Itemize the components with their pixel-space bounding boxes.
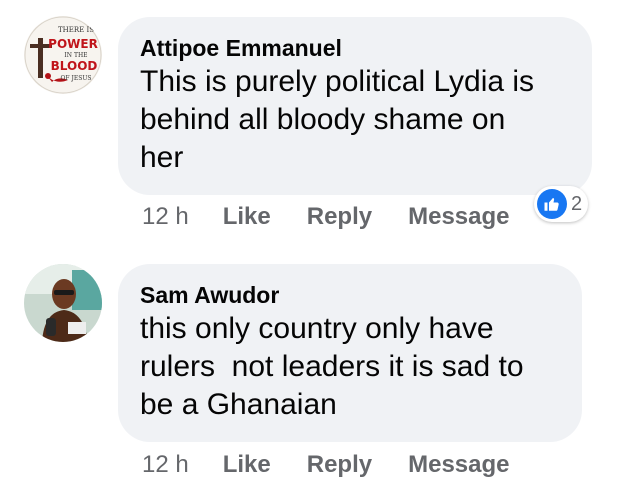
avatar[interactable] xyxy=(24,264,102,342)
message-button[interactable]: Message xyxy=(408,451,509,479)
comment-author[interactable]: Sam Awudor xyxy=(140,280,560,310)
avatar-line-2: POWER xyxy=(48,37,98,51)
like-button[interactable]: Like xyxy=(223,451,271,479)
reaction-count: 2 xyxy=(571,192,583,215)
avatar-image: THERE IS POWER IN THE BLOOD OF JESUS xyxy=(24,16,102,94)
avatar-line-5: OF JESUS xyxy=(60,75,91,82)
comment-bubble: Attipoe Emmanuel This is purely politica… xyxy=(118,17,592,195)
comment-actions: 12 h Like Reply Message xyxy=(142,203,546,231)
avatar-line-1: THERE IS xyxy=(58,26,94,34)
message-button[interactable]: Message xyxy=(408,203,509,231)
avatar[interactable]: THERE IS POWER IN THE BLOOD OF JESUS xyxy=(24,16,102,94)
reply-button[interactable]: Reply xyxy=(307,203,372,231)
like-button[interactable]: Like xyxy=(223,203,271,231)
comment-text: This is purely political Lydia is behind… xyxy=(140,65,535,174)
comment-bubble: Sam Awudor this only country only have r… xyxy=(118,264,582,442)
comment-author[interactable]: Attipoe Emmanuel xyxy=(140,33,570,63)
comment-text: this only country only have rulers not l… xyxy=(140,312,524,421)
comment-timestamp[interactable]: 12 h xyxy=(142,203,189,231)
avatar-line-4: BLOOD xyxy=(51,59,98,73)
comment-actions: 12 h Like Reply Message xyxy=(142,451,546,479)
avatar-line-3: IN THE xyxy=(64,52,87,59)
comment-timestamp[interactable]: 12 h xyxy=(142,451,189,479)
reply-button[interactable]: Reply xyxy=(307,451,372,479)
avatar-image xyxy=(24,264,102,342)
